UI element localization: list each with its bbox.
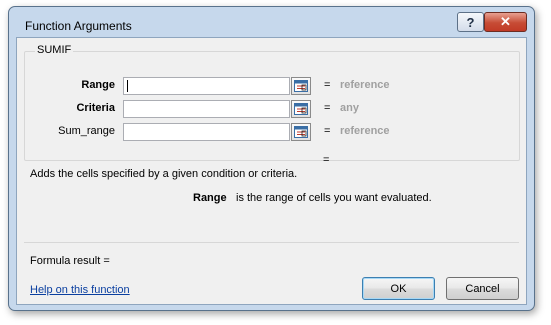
text-caret bbox=[127, 80, 128, 92]
divider bbox=[24, 242, 519, 243]
range-hint: reference bbox=[340, 79, 390, 91]
sum-range-hint: reference bbox=[340, 125, 390, 137]
criteria-hint: any bbox=[340, 102, 359, 114]
range-label: Range bbox=[81, 79, 115, 91]
dialog-window: Function Arguments ? ✕ SUMIF Range = ref… bbox=[8, 6, 535, 311]
criteria-equals: = bbox=[324, 102, 331, 114]
range-input[interactable] bbox=[123, 77, 290, 95]
title-close-button[interactable]: ✕ bbox=[484, 12, 527, 32]
argument-description-name: Range bbox=[193, 192, 227, 204]
collapse-dialog-icon bbox=[294, 103, 308, 115]
criteria-label: Criteria bbox=[76, 102, 115, 114]
range-equals: = bbox=[324, 79, 331, 91]
criteria-collapse-button[interactable] bbox=[291, 100, 311, 118]
dialog-title: Function Arguments bbox=[25, 19, 132, 33]
dialog-body: SUMIF Range = reference Criteria = any S… bbox=[16, 37, 527, 305]
help-on-function-link[interactable]: Help on this function bbox=[30, 284, 130, 296]
range-collapse-button[interactable] bbox=[291, 77, 311, 95]
sum-range-input[interactable] bbox=[123, 123, 290, 141]
title-bar[interactable]: Function Arguments ? ✕ bbox=[9, 7, 534, 39]
criteria-input[interactable] bbox=[123, 100, 290, 118]
cancel-button[interactable]: Cancel bbox=[446, 277, 519, 300]
argument-description-text: is the range of cells you want evaluated… bbox=[236, 192, 432, 204]
collapse-dialog-icon bbox=[294, 126, 308, 138]
title-help-button[interactable]: ? bbox=[457, 12, 484, 32]
formula-result-label: Formula result = bbox=[30, 255, 110, 267]
function-name-label: SUMIF bbox=[35, 44, 74, 56]
sum-range-collapse-button[interactable] bbox=[291, 123, 311, 141]
sum-range-equals: = bbox=[324, 125, 331, 137]
function-result-equals: = bbox=[323, 154, 330, 166]
sum-range-label: Sum_range bbox=[58, 125, 115, 137]
help-icon: ? bbox=[466, 14, 475, 30]
function-arguments-group: SUMIF Range = reference Criteria = any S… bbox=[24, 44, 520, 161]
function-description: Adds the cells specified by a given cond… bbox=[30, 168, 298, 180]
close-icon: ✕ bbox=[500, 14, 511, 29]
collapse-dialog-icon bbox=[294, 80, 308, 92]
ok-button[interactable]: OK bbox=[362, 277, 435, 300]
